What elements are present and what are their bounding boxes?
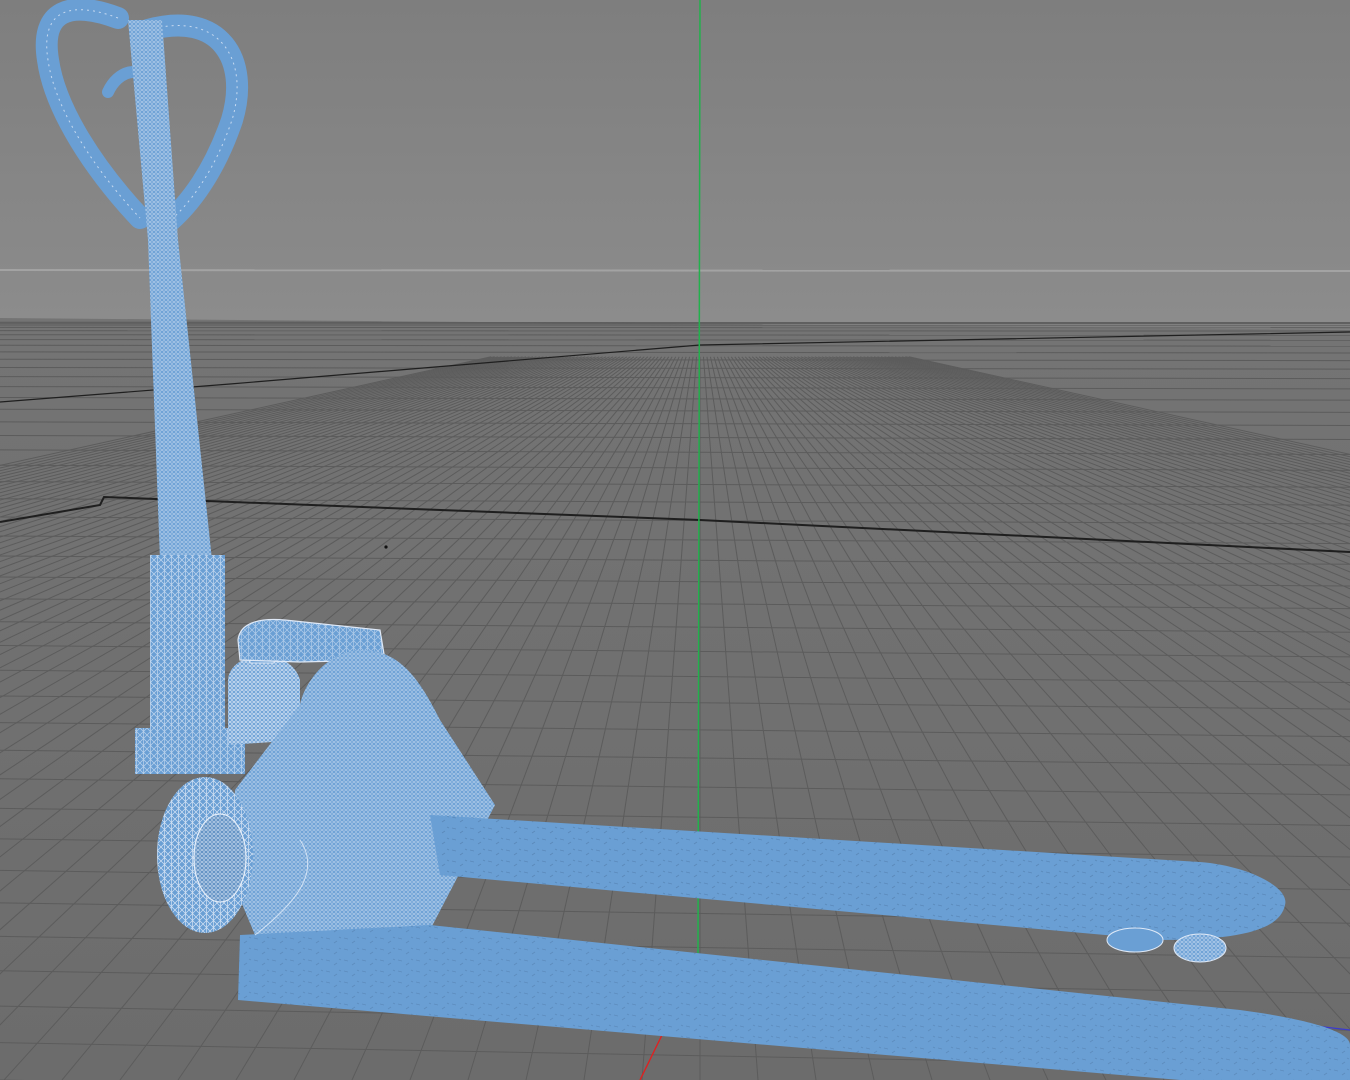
steering-wheels [157, 777, 253, 933]
grid-line [0, 334, 1350, 336]
grid-line [0, 339, 1350, 341]
vertex-marker [384, 545, 388, 549]
viewport-canvas[interactable] [0, 0, 1350, 1080]
3d-viewport[interactable] [0, 0, 1350, 1080]
horizon-line [0, 269, 1350, 272]
